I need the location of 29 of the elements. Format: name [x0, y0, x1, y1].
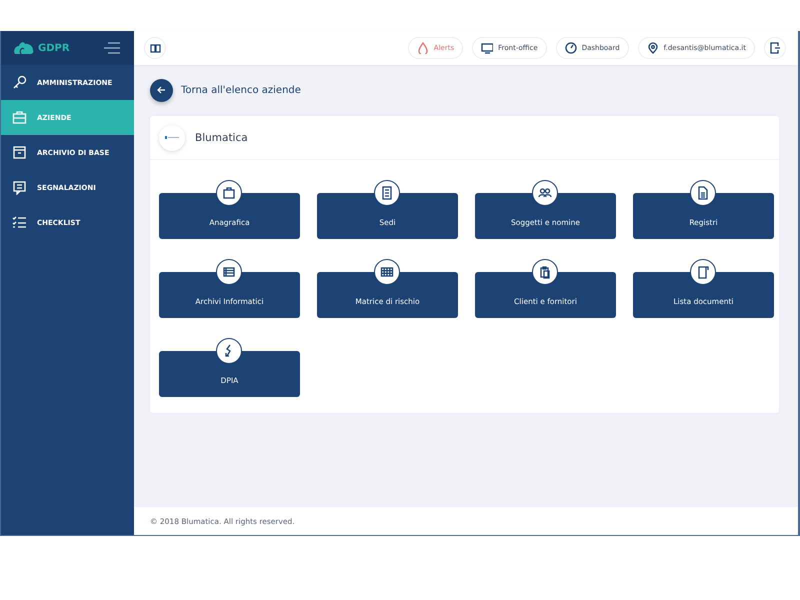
page-icon — [690, 259, 716, 285]
logout-icon — [770, 42, 780, 54]
clipboard-icon — [532, 259, 558, 285]
menu-icon[interactable] — [104, 42, 120, 54]
app-title: GDPR — [38, 42, 70, 54]
key-icon — [12, 75, 27, 90]
document-icon — [690, 180, 716, 206]
building-icon — [374, 180, 400, 206]
archive-box-icon — [12, 145, 27, 160]
list-icon — [216, 259, 242, 285]
checklist-icon — [12, 215, 27, 230]
arrow-left-icon — [157, 86, 166, 94]
monitor-icon — [481, 42, 494, 54]
pin-icon — [646, 42, 659, 54]
book-icon — [150, 44, 160, 52]
people-icon — [532, 180, 558, 206]
company-logo-icon — [159, 124, 185, 150]
book-button[interactable] — [144, 37, 166, 59]
briefcase-icon — [216, 180, 242, 206]
back-link[interactable]: Torna all'elenco aziende — [181, 84, 301, 96]
cloud-logo-icon — [13, 41, 35, 55]
grid-icon — [374, 259, 400, 285]
logout-button[interactable] — [764, 37, 786, 59]
briefcase-icon — [12, 110, 27, 125]
company-name: Blumatica — [195, 132, 248, 144]
back-button[interactable] — [150, 78, 173, 102]
drop-icon — [416, 42, 429, 54]
message-icon — [12, 180, 27, 195]
gauge-icon — [564, 42, 577, 54]
